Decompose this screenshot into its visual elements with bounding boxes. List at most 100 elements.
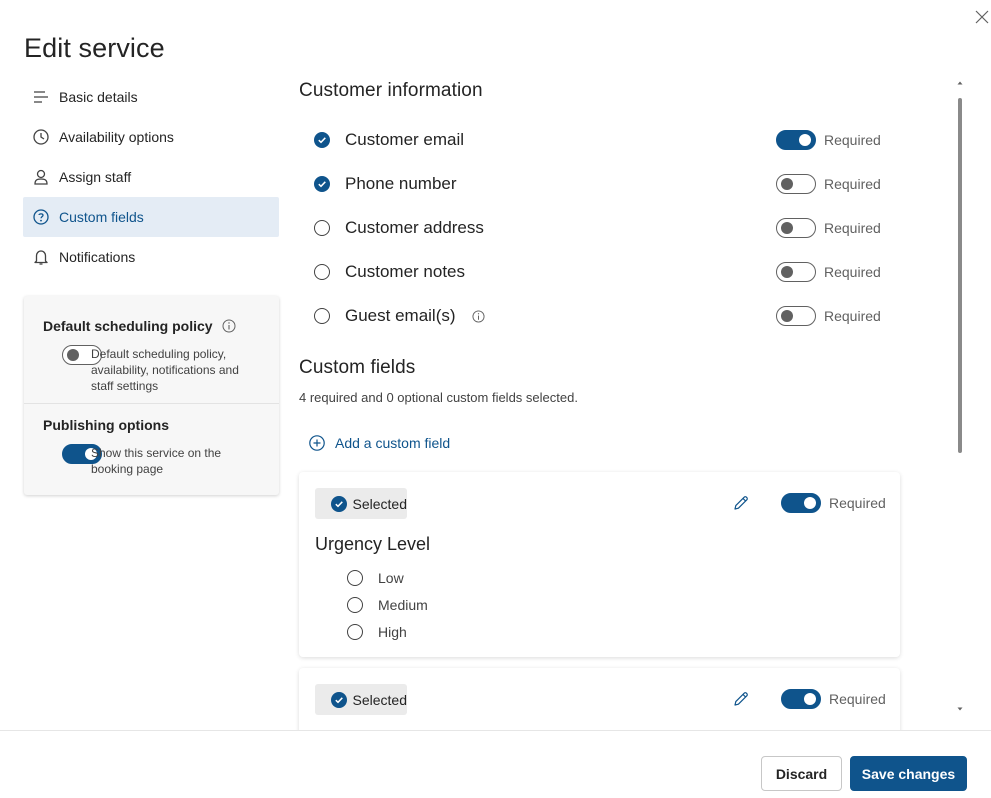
info-icon[interactable] [471, 309, 485, 323]
field-checkbox[interactable] [314, 176, 330, 192]
page-title: Edit service [24, 33, 165, 63]
sidebar-item-basic-details[interactable]: Basic details [23, 77, 279, 117]
list-icon [32, 88, 50, 106]
option-radio[interactable] [347, 624, 363, 640]
selected-chip[interactable]: Selected [315, 684, 407, 715]
publishing-options-heading: Publishing options [43, 417, 169, 433]
default-policy-section: Default scheduling policy Default schedu… [24, 296, 279, 404]
required-toggle[interactable] [776, 130, 816, 150]
option-row: High [332, 624, 407, 640]
field-row-customer-notes: Customer notes Required [314, 257, 881, 287]
add-custom-field-label: Add a custom field [335, 435, 451, 451]
selected-chip[interactable]: Selected [315, 488, 407, 519]
edit-icon[interactable] [731, 689, 751, 709]
default-policy-heading-text: Default scheduling policy [43, 318, 213, 334]
required-label: Required [829, 495, 886, 511]
required-label: Required [824, 176, 881, 192]
required-toggle[interactable] [776, 262, 816, 282]
default-policy-heading: Default scheduling policy [43, 318, 236, 334]
close-button[interactable] [973, 8, 991, 26]
sidebar-item-notifications[interactable]: Notifications [23, 237, 279, 277]
required-toggle[interactable] [781, 689, 821, 709]
field-checkbox[interactable] [314, 132, 330, 148]
custom-fields-title: Custom fields [299, 357, 416, 378]
field-row-customer-address: Customer address Required [314, 213, 881, 243]
scroll-up-icon[interactable] [957, 80, 963, 86]
required-group: Required [776, 262, 881, 282]
field-checkbox[interactable] [314, 220, 330, 236]
selected-label: Selected [352, 691, 407, 708]
scroll-thumb[interactable] [958, 98, 962, 453]
checkmark-circle-icon [331, 691, 347, 708]
required-group: Required [776, 218, 881, 238]
required-label: Required [824, 264, 881, 280]
toggle-knob [781, 222, 793, 234]
sidebar-nav: Basic details Availability options Assig… [23, 77, 279, 277]
publishing-options-section: Publishing options Show this service on … [24, 405, 279, 495]
sidebar-item-label: Basic details [59, 89, 138, 105]
toggle-knob [781, 310, 793, 322]
option-label: Medium [378, 597, 428, 613]
toggle-knob [804, 497, 816, 509]
required-toggle[interactable] [776, 174, 816, 194]
customer-information-title: Customer information [299, 80, 483, 101]
person-icon [32, 168, 50, 186]
required-label: Required [824, 308, 881, 324]
default-policy-description: Default scheduling policy, availability,… [91, 347, 239, 393]
field-row-phone-number: Phone number Required [314, 169, 881, 199]
add-circle-icon [309, 435, 325, 451]
option-row: Low [332, 570, 404, 586]
custom-field-card: Selected Required [299, 668, 900, 738]
add-custom-field-button[interactable]: Add a custom field [308, 434, 450, 452]
custom-fields-summary: 4 required and 0 optional custom fields … [299, 390, 578, 405]
sidebar-item-label: Custom fields [59, 209, 144, 225]
option-radio[interactable] [347, 597, 363, 613]
field-label: Customer address [345, 218, 484, 237]
required-toggle[interactable] [781, 493, 821, 513]
sidebar-item-label: Availability options [59, 129, 174, 145]
question-circle-icon [32, 208, 50, 226]
save-changes-button[interactable]: Save changes [850, 756, 967, 791]
sidebar-item-availability-options[interactable]: Availability options [23, 117, 279, 157]
field-checkbox[interactable] [314, 308, 330, 324]
sidebar-item-label: Assign staff [59, 169, 132, 185]
info-icon[interactable] [222, 319, 236, 333]
sidebar-item-label: Notifications [59, 249, 136, 265]
toggle-knob [804, 693, 816, 705]
custom-field-name: Urgency Level [315, 534, 431, 554]
toggle-knob [799, 134, 811, 146]
required-label: Required [824, 132, 881, 148]
dialog-footer: Discard Save changes [0, 730, 991, 798]
toggle-knob [67, 349, 79, 361]
required-group: Required [781, 689, 886, 709]
required-toggle[interactable] [776, 306, 816, 326]
scrollbar[interactable] [952, 80, 968, 720]
required-label: Required [829, 691, 886, 707]
scheduling-policy-card: Default scheduling policy Default schedu… [24, 296, 279, 495]
option-label: Low [378, 570, 404, 586]
option-row: Medium [332, 597, 428, 613]
discard-button[interactable]: Discard [761, 756, 842, 791]
selected-label: Selected [352, 495, 407, 512]
field-label: Customer email [345, 130, 465, 149]
required-label: Required [824, 220, 881, 236]
scroll-down-icon[interactable] [957, 706, 963, 712]
toggle-knob [781, 266, 793, 278]
sidebar-item-assign-staff[interactable]: Assign staff [23, 157, 279, 197]
bell-icon [32, 248, 50, 266]
field-label: Phone number [345, 174, 457, 193]
field-label: Guest email(s) [345, 306, 456, 325]
field-checkbox[interactable] [314, 264, 330, 280]
clock-icon [32, 128, 50, 146]
sidebar-item-custom-fields[interactable]: Custom fields [23, 197, 279, 237]
custom-field-card: Selected Required Urgency Level Low Medi… [299, 472, 900, 657]
checkmark-circle-icon [331, 495, 347, 512]
publishing-description: Show this service on the booking page [91, 446, 222, 476]
edit-icon[interactable] [731, 493, 751, 513]
required-toggle[interactable] [776, 218, 816, 238]
field-row-guest-emails: Guest email(s) Required [314, 301, 881, 331]
checkmark-icon [318, 137, 326, 144]
option-radio[interactable] [347, 570, 363, 586]
field-row-customer-email: Customer email Required [314, 125, 881, 155]
required-group: Required [776, 130, 881, 150]
